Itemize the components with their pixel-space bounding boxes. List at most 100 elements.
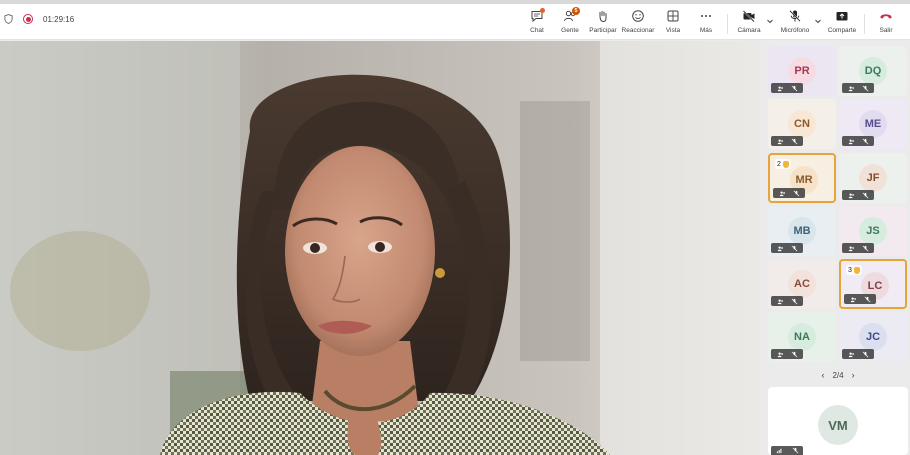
grid-view-icon <box>667 10 679 22</box>
participant-tile[interactable]: LC 3 <box>839 259 907 309</box>
mic-off-icon <box>789 10 801 22</box>
tile-status-bar <box>771 446 803 455</box>
raised-hand-badge: 2 <box>775 159 791 169</box>
avatar: JC <box>859 323 887 351</box>
participant-tile[interactable]: CN <box>768 99 836 149</box>
hand-order: 2 <box>777 160 781 168</box>
chevron-right-icon[interactable]: › <box>852 370 855 380</box>
share-button[interactable]: Comparte <box>822 9 862 39</box>
participant-tile[interactable]: JS <box>839 206 907 256</box>
people-icon <box>779 190 785 196</box>
tile-status-bar <box>844 294 876 304</box>
tile-status-bar <box>842 243 874 253</box>
hangup-icon <box>880 14 892 19</box>
leave-button[interactable]: Salir <box>866 9 906 39</box>
people-label: Gente <box>561 27 579 34</box>
mic-off-icon <box>793 190 799 196</box>
mic-off-icon <box>862 351 868 357</box>
camera-button[interactable]: Cámara <box>729 9 769 39</box>
mic-off-icon <box>791 351 797 357</box>
participant-tile[interactable]: JF <box>839 153 907 203</box>
tile-status-bar <box>771 349 803 359</box>
view-label: Vista <box>665 27 681 34</box>
more-button[interactable]: Más <box>686 9 726 39</box>
avatar: AC <box>788 270 816 298</box>
react-label: Reaccionar <box>621 27 655 34</box>
tile-status-bar <box>842 136 874 146</box>
microphone-button[interactable]: Micrófono <box>775 9 815 39</box>
mic-off-icon <box>791 138 797 144</box>
spotlight-tile[interactable]: VM <box>768 387 908 455</box>
raised-hand-icon <box>853 266 860 274</box>
mic-off-icon <box>862 245 868 251</box>
meeting-status: 01:29:16 <box>4 14 74 24</box>
chat-unread-dot <box>540 8 545 13</box>
camera-label: Cámara <box>737 27 761 34</box>
tile-status-bar <box>842 349 874 359</box>
avatar: NA <box>788 323 816 351</box>
mic-off-icon <box>862 192 868 198</box>
avatar: DQ <box>859 57 887 85</box>
avatar: PR <box>788 57 816 85</box>
raise-hand-button[interactable]: Participar <box>583 9 623 39</box>
tile-status-bar <box>771 136 803 146</box>
hand-order: 3 <box>848 266 852 274</box>
camera-off-icon <box>742 10 755 23</box>
mic-off-icon <box>791 298 797 304</box>
tile-status-bar <box>771 83 803 93</box>
mic-off-icon <box>791 245 797 251</box>
toolbar-divider <box>727 14 728 34</box>
main-video-stage[interactable] <box>0 41 762 455</box>
share-icon <box>836 12 848 21</box>
share-label: Comparte <box>827 27 857 34</box>
participant-tile[interactable]: MB <box>768 206 836 256</box>
toolbar-divider <box>864 14 865 34</box>
speaker-video <box>0 41 762 455</box>
raised-hand-icon <box>782 160 789 168</box>
leave-label: Salir <box>879 27 893 34</box>
more-label: Más <box>699 27 713 34</box>
mic-off-icon <box>862 85 868 91</box>
microphone-options-chevron-icon[interactable] <box>814 17 822 25</box>
tile-status-bar <box>771 296 803 306</box>
smile-icon <box>632 10 644 22</box>
tile-status-bar <box>771 243 803 253</box>
avatar: VM <box>818 405 858 445</box>
chevron-left-icon[interactable]: ‹ <box>821 370 824 380</box>
people-icon <box>777 298 783 304</box>
people-icon <box>848 192 854 198</box>
react-button[interactable]: Reaccionar <box>618 9 658 39</box>
mic-off-icon <box>791 85 797 91</box>
participant-tile[interactable]: ME <box>839 99 907 149</box>
more-icon <box>701 15 711 17</box>
avatar: JS <box>859 217 887 245</box>
participant-tile[interactable]: DQ <box>839 46 907 96</box>
people-icon <box>848 85 854 91</box>
raised-hand-badge: 3 <box>846 265 862 275</box>
people-icon <box>777 138 783 144</box>
raise-hand-label: Participar <box>589 27 617 34</box>
recording-icon <box>23 14 33 24</box>
participant-tile[interactable]: NA <box>768 312 836 362</box>
tile-status-bar <box>773 188 805 198</box>
microphone-label: Micrófono <box>780 27 810 34</box>
people-icon <box>777 245 783 251</box>
mic-off-icon <box>792 447 798 454</box>
page-indicator: 2/4 <box>832 370 844 380</box>
people-icon <box>848 138 854 144</box>
mic-off-icon <box>862 138 868 144</box>
camera-options-chevron-icon[interactable] <box>766 17 774 25</box>
people-icon <box>777 351 783 357</box>
avatar: CN <box>788 110 816 138</box>
participant-tile[interactable]: JC <box>839 312 907 362</box>
shield-icon <box>4 14 13 24</box>
participant-tile[interactable]: PR <box>768 46 836 96</box>
participant-tile[interactable]: MR 2 <box>768 153 836 203</box>
participant-tile[interactable]: AC <box>768 259 836 309</box>
mic-off-icon <box>864 296 870 302</box>
people-icon <box>848 351 854 357</box>
avatar: MB <box>788 217 816 245</box>
tile-status-bar <box>842 83 874 93</box>
raise-hand-icon <box>599 11 607 23</box>
people-icon <box>850 296 856 302</box>
